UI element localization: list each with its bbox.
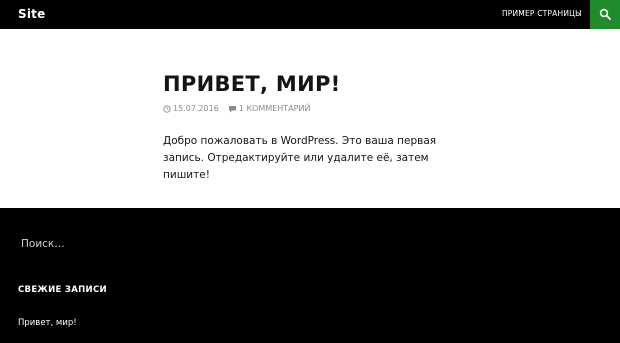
site-title[interactable]: Site — [18, 7, 45, 21]
post-date[interactable]: 15.07.2016 — [173, 104, 219, 113]
post-meta: 15.07.2016 1 КОММЕНТАРИЙ — [163, 104, 310, 113]
post-body: Добро пожаловать в WordPress. Это ваша п… — [163, 135, 437, 181]
search-input[interactable] — [13, 234, 213, 254]
clock-icon — [163, 104, 171, 113]
search-icon — [599, 8, 611, 20]
post-title[interactable]: ПРИВЕТ, МИР! — [163, 72, 341, 96]
post-comments-link[interactable]: 1 КОММЕНТАРИЙ — [239, 104, 311, 113]
search-button[interactable] — [590, 0, 620, 29]
recent-post-link[interactable]: Привет, мир! — [18, 318, 77, 328]
top-bar: Site ПРИМЕР СТРАНИЦЫ — [0, 0, 620, 29]
widget-title-recent-posts: СВЕЖИЕ ЗАПИСИ — [18, 285, 107, 295]
nav-link-sample-page[interactable]: ПРИМЕР СТРАНИЦЫ — [502, 9, 582, 18]
comment-icon — [228, 105, 236, 112]
main-content: ПРИВЕТ, МИР! 15.07.2016 1 КОММЕНТАРИЙ До… — [0, 29, 620, 208]
footer: СВЕЖИЕ ЗАПИСИ Привет, мир! — [0, 208, 620, 343]
